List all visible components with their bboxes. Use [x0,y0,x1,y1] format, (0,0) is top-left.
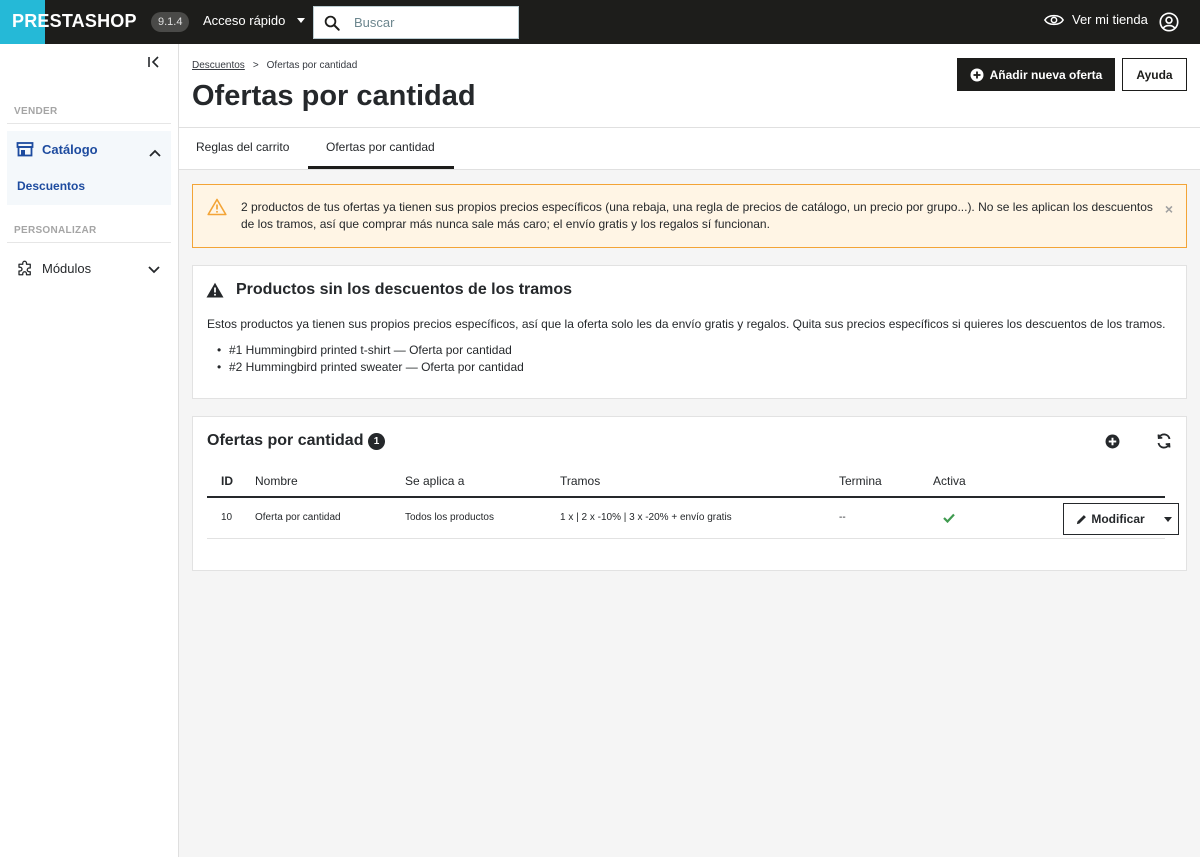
tab-cart-rules[interactable]: Reglas del carrito [196,140,289,154]
search-input[interactable] [354,15,504,30]
breadcrumb: Descuentos > Ofertas por cantidad [192,60,357,71]
table-row: 10 Oferta por cantidad Todos los product… [207,499,1179,539]
column-header-id[interactable]: ID [221,474,233,488]
add-offer-label: Añadir nueva oferta [989,67,1103,82]
list-item: #1 Hummingbird printed t-shirt — Oferta … [217,342,524,359]
cell-ends: -- [839,512,846,523]
breadcrumb-link-discounts[interactable]: Descuentos [192,60,245,71]
edit-button-label: Modificar [1091,512,1145,526]
help-button[interactable]: Ayuda [1122,58,1187,91]
sidebar: VENDER Catálogo Descuentos PERSONALIZAR … [0,44,179,857]
section-label-sell: VENDER [14,106,58,117]
divider [7,242,171,243]
account-button[interactable] [1158,11,1180,36]
add-offer-icon-button[interactable] [1105,434,1120,452]
refresh-icon [1157,433,1171,449]
version-badge: 9.1.4 [151,12,190,32]
eye-icon [1044,14,1064,25]
puzzle-icon [18,260,31,276]
breadcrumb-current: Ofertas por cantidad [266,60,358,71]
collapse-icon [148,56,159,68]
warning-triangle-icon [207,198,227,216]
cell-applies-to: Todos los productos [405,512,494,523]
column-header-active[interactable]: Activa [933,474,966,488]
section-label-customize: PERSONALIZAR [14,225,97,236]
chevron-down-icon[interactable] [148,262,160,277]
quantity-offers-card: Ofertas por cantidad 1 ID Nombre Se apli… [192,416,1187,571]
card-description: Estos productos ya tienen sus propios pr… [207,317,1166,331]
active-check-icon[interactable] [943,511,955,526]
warning-alert: 2 productos de tus ofertas ya tienen sus… [192,184,1187,248]
logo[interactable]: PRESTASHOP [12,11,137,32]
view-store-link[interactable]: Ver mi tienda [1044,12,1148,27]
count-badge: 1 [368,433,385,450]
products-without-tiers-card: Productos sin los descuentos de los tram… [192,265,1187,399]
sidebar-item-catalog-label: Catálogo [42,141,98,157]
edit-button[interactable]: Modificar [1063,503,1158,535]
caret-down-icon [1163,516,1172,522]
column-header-name[interactable]: Nombre [255,474,298,488]
chevron-up-icon[interactable] [149,145,161,160]
cell-id: 10 [221,512,233,523]
sidebar-subitem-discounts[interactable]: Descuentos [17,179,85,193]
quick-access-button[interactable]: Acceso rápido [203,13,306,28]
top-navbar: PRESTASHOP 9.1.4 Acceso rápido Ver mi ti… [0,0,1200,44]
add-offer-button[interactable]: Añadir nueva oferta [957,58,1115,91]
alert-text: 2 productos de tus ofertas ya tienen sus… [241,200,1153,231]
collapse-sidebar-button[interactable] [147,55,161,72]
sidebar-item-catalog[interactable]: Catálogo Descuentos [7,131,171,205]
row-actions-dropdown[interactable] [1157,503,1179,535]
plus-circle-icon [1105,434,1120,449]
card-title: Ofertas por cantidad [207,432,364,449]
sidebar-item-modules-label: Módulos [42,260,92,276]
breadcrumb-separator: > [252,60,259,71]
quick-access-label: Acceso rápido [203,13,286,28]
page-title: Ofertas por cantidad [192,80,476,112]
user-icon [1159,12,1179,32]
tab-quantity-offers[interactable]: Ofertas por cantidad [326,140,435,154]
store-icon [16,142,34,157]
column-header-applies-to[interactable]: Se aplica a [405,474,464,488]
column-header-ends[interactable]: Termina [839,474,882,488]
list-item: #2 Hummingbird printed sweater — Oferta … [217,359,524,376]
table-header: ID Nombre Se aplica a Tramos Termina Act… [207,473,1165,498]
cell-name: Oferta por cantidad [255,512,341,523]
tabs-bar: Reglas del carrito Ofertas por cantidad [179,128,1200,170]
card-title: Productos sin los descuentos de los tram… [236,281,573,298]
warning-filled-icon [206,282,224,298]
search-bar[interactable] [313,6,519,39]
search-icon[interactable] [314,7,350,38]
pencil-icon [1077,514,1087,524]
sidebar-item-modules[interactable]: Módulos [16,259,91,277]
column-header-tiers[interactable]: Tramos [560,474,600,488]
close-icon[interactable]: × [1165,201,1173,217]
plus-circle-icon [970,68,984,81]
refresh-button[interactable] [1156,433,1172,452]
chevron-down-icon [297,18,306,23]
product-list: #1 Hummingbird printed t-shirt — Oferta … [217,342,524,376]
divider [7,123,171,124]
view-store-label: Ver mi tienda [1072,12,1148,27]
active-tab-indicator [308,166,454,169]
cell-tiers: 1 x | 2 x -10% | 3 x -20% + envío gratis [560,512,732,523]
